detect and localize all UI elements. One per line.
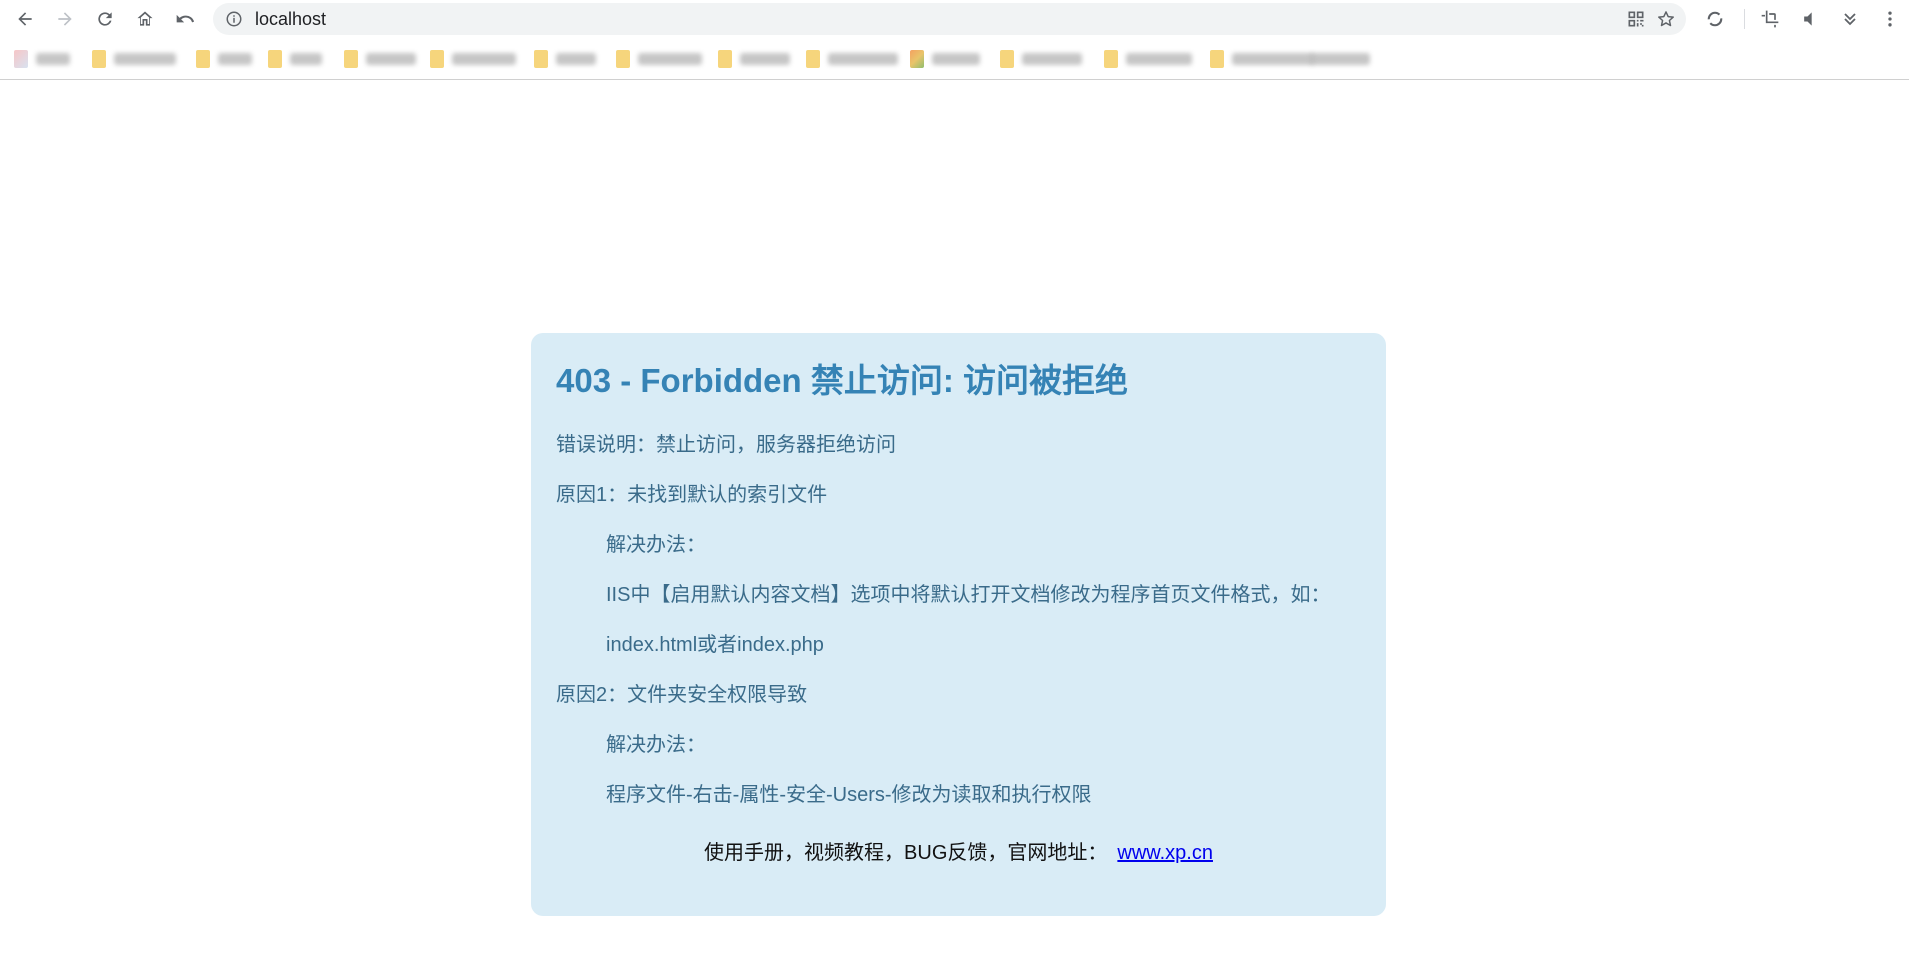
folder-icon bbox=[268, 50, 282, 68]
bookmark-item[interactable] bbox=[1210, 49, 1314, 69]
reload-icon[interactable] bbox=[91, 5, 119, 33]
reason-2: 原因2：文件夹安全权限导致 bbox=[556, 684, 808, 706]
undo-icon[interactable] bbox=[171, 5, 199, 33]
bookmark-item[interactable] bbox=[806, 49, 898, 69]
chevrons-down-icon[interactable] bbox=[1836, 5, 1864, 33]
footer: 使用手册，视频教程，BUG反馈，官网地址： www.xp.cn bbox=[531, 841, 1386, 865]
bookmark-item[interactable] bbox=[92, 49, 176, 69]
folder-icon bbox=[344, 50, 358, 68]
toolbar-divider bbox=[1744, 9, 1745, 29]
bookmark-item[interactable] bbox=[268, 49, 322, 69]
home-icon[interactable] bbox=[131, 5, 159, 33]
address-bar[interactable]: localhost bbox=[213, 3, 1686, 35]
folder-icon bbox=[92, 50, 106, 68]
footer-text: 使用手册，视频教程，BUG反馈，官网地址： bbox=[704, 842, 1108, 864]
bookmark-item[interactable] bbox=[718, 49, 790, 69]
reason-2-solution-label: 解决办法： bbox=[606, 734, 706, 756]
bookmark-item[interactable] bbox=[1310, 49, 1370, 69]
bookmark-item[interactable] bbox=[534, 49, 596, 69]
folder-icon bbox=[1104, 50, 1118, 68]
more-vert-icon[interactable] bbox=[1876, 5, 1904, 33]
back-icon[interactable] bbox=[11, 5, 39, 33]
bookmarks-bar bbox=[0, 37, 1909, 80]
folder-icon bbox=[196, 50, 210, 68]
folder-icon bbox=[718, 50, 732, 68]
folder-icon bbox=[1210, 50, 1224, 68]
bookmark-item[interactable] bbox=[344, 49, 416, 69]
page-icon bbox=[14, 50, 28, 68]
info-icon[interactable] bbox=[225, 10, 243, 28]
error-panel: 403 - Forbidden 禁止访问: 访问被拒绝 错误说明：禁止访问，服务… bbox=[531, 333, 1386, 916]
folder-icon bbox=[616, 50, 630, 68]
url-text: localhost bbox=[255, 9, 327, 29]
extension-icon[interactable] bbox=[1701, 5, 1729, 33]
forward-icon[interactable] bbox=[51, 5, 79, 33]
folder-icon bbox=[1000, 50, 1014, 68]
folder-icon bbox=[910, 50, 924, 68]
reason-1-solution-text: IIS中【启用默认内容文档】选项中将默认打开文档修改为程序首页文件格式，如： bbox=[606, 584, 1331, 606]
browser-toolbar: localhost bbox=[0, 0, 1909, 37]
error-title: 403 - Forbidden 禁止访问: 访问被拒绝 bbox=[556, 362, 1129, 399]
bookmark-item[interactable] bbox=[616, 49, 702, 69]
bookmark-item[interactable] bbox=[1104, 49, 1192, 69]
reason-1-solution-example: index.html或者index.php bbox=[606, 634, 824, 656]
star-icon[interactable] bbox=[1656, 9, 1676, 29]
error-description: 错误说明：禁止访问，服务器拒绝访问 bbox=[556, 434, 896, 456]
bookmark-item[interactable] bbox=[196, 49, 252, 69]
reason-1: 原因1：未找到默认的索引文件 bbox=[556, 484, 828, 506]
bookmark-item[interactable] bbox=[430, 49, 516, 69]
folder-icon bbox=[430, 50, 444, 68]
official-site-link[interactable]: www.xp.cn bbox=[1117, 842, 1213, 864]
mute-icon[interactable] bbox=[1796, 5, 1824, 33]
bookmark-item[interactable] bbox=[910, 49, 980, 69]
folder-icon bbox=[806, 50, 820, 68]
reason-1-solution-label: 解决办法： bbox=[606, 534, 706, 556]
folder-icon bbox=[534, 50, 548, 68]
bookmark-item[interactable] bbox=[14, 49, 70, 69]
bookmark-item[interactable] bbox=[1000, 49, 1082, 69]
reason-2-solution-text: 程序文件-右击-属性-安全-Users-修改为读取和执行权限 bbox=[606, 784, 1092, 806]
crop-icon[interactable] bbox=[1756, 5, 1784, 33]
qr-code-icon[interactable] bbox=[1626, 9, 1646, 29]
